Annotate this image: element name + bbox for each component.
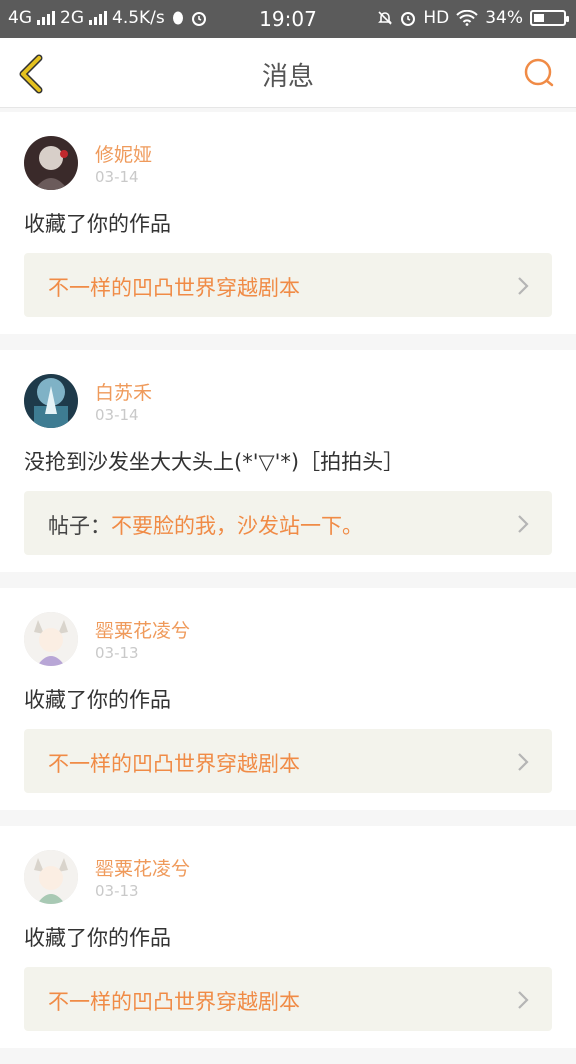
message-text: 收藏了你的作品 (24, 688, 171, 712)
referenced-work-link[interactable]: 不一样的凹凸世界穿越剧本 (24, 253, 552, 317)
message-text: 没抢到沙发坐大大头上(*'▽'*)［拍拍头］ (24, 450, 405, 474)
message-date: 03-14 (95, 168, 139, 186)
message-card: 罂粟花凌兮 03-13 收藏了你的作品 不一样的凹凸世界穿越剧本 (0, 826, 576, 1048)
username[interactable]: 修妮娅 (95, 140, 152, 167)
battery-icon (530, 10, 569, 26)
message-date: 03-13 (95, 644, 139, 662)
search-icon[interactable] (522, 56, 556, 90)
ref-title: 不一样的凹凸世界穿越剧本 (48, 990, 300, 1014)
ref-title: 不要脸的我，沙发站一下。 (111, 514, 363, 538)
avatar[interactable] (24, 374, 78, 428)
avatar[interactable] (24, 136, 78, 190)
username[interactable]: 罂粟花凌兮 (95, 854, 190, 881)
mute-bell-icon (378, 11, 393, 25)
avatar[interactable] (24, 612, 78, 666)
status-right: HD 34% (377, 8, 569, 28)
message-text: 收藏了你的作品 (24, 212, 171, 236)
ref-text: 不一样的凹凸世界穿越剧本 (48, 986, 300, 1016)
message-date: 03-14 (95, 406, 139, 424)
nav-bar: 消息 (0, 38, 576, 108)
alarm-icon (401, 12, 416, 26)
message-card: 白苏禾 03-14 没抢到沙发坐大大头上(*'▽'*)［拍拍头］ 帖子：不要脸的… (0, 350, 576, 572)
ref-prefix: 帖子： (48, 514, 111, 538)
username[interactable]: 罂粟花凌兮 (95, 616, 190, 643)
username[interactable]: 白苏禾 (95, 378, 152, 405)
referenced-work-link[interactable]: 不一样的凹凸世界穿越剧本 (24, 967, 552, 1031)
ref-text: 不一样的凹凸世界穿越剧本 (48, 748, 300, 778)
avatar[interactable] (24, 850, 78, 904)
message-list: 修妮娅 03-14 收藏了你的作品 不一样的凹凸世界穿越剧本 白苏禾 03-14… (0, 112, 576, 1064)
status-bar: 4G 2G 4.5K/s 19:07 HD 34% (0, 0, 576, 38)
chevron-right-icon (518, 515, 529, 533)
ref-title: 不一样的凹凸世界穿越剧本 (48, 276, 300, 300)
message-text: 收藏了你的作品 (24, 926, 171, 950)
referenced-work-link[interactable]: 不一样的凹凸世界穿越剧本 (24, 729, 552, 793)
wifi-icon (456, 10, 478, 26)
message-date: 03-13 (95, 882, 139, 900)
chevron-right-icon (518, 277, 529, 295)
hd-label: HD (423, 8, 450, 28)
message-card: 罂粟花凌兮 03-13 收藏了你的作品 不一样的凹凸世界穿越剧本 (0, 588, 576, 810)
battery-percent: 34% (485, 8, 523, 28)
chevron-right-icon (518, 753, 529, 771)
ref-text: 不一样的凹凸世界穿越剧本 (48, 272, 300, 302)
ref-text: 帖子：不要脸的我，沙发站一下。 (48, 510, 363, 540)
ref-title: 不一样的凹凸世界穿越剧本 (48, 752, 300, 776)
chevron-right-icon (518, 991, 529, 1009)
page-title: 消息 (261, 62, 314, 92)
message-card: 修妮娅 03-14 收藏了你的作品 不一样的凹凸世界穿越剧本 (0, 112, 576, 334)
referenced-post-link[interactable]: 帖子：不要脸的我，沙发站一下。 (24, 491, 552, 555)
